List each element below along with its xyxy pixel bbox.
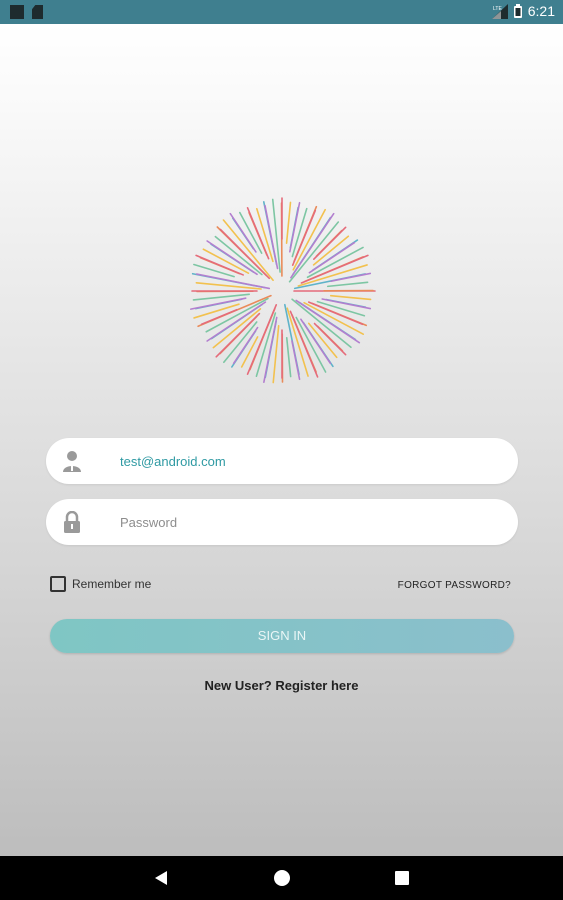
radial-lines-logo bbox=[189, 197, 376, 384]
navigation-bar bbox=[0, 856, 563, 900]
logo-line bbox=[223, 321, 258, 364]
remember-me-label: Remember me bbox=[72, 577, 152, 591]
email-input[interactable] bbox=[120, 438, 500, 484]
register-link[interactable]: New User? Register here bbox=[0, 678, 563, 693]
logo-line bbox=[321, 298, 372, 310]
remember-me[interactable]: Remember me bbox=[50, 576, 151, 592]
password-input[interactable] bbox=[120, 499, 500, 545]
sd-card-icon bbox=[32, 5, 43, 19]
remember-me-checkbox[interactable] bbox=[50, 576, 66, 592]
logo-line bbox=[214, 235, 263, 276]
logo-line bbox=[289, 310, 319, 378]
battery-icon bbox=[513, 4, 522, 18]
logo-line bbox=[300, 254, 369, 284]
sign-in-button[interactable]: SIGN IN bbox=[50, 619, 514, 653]
signal-icon: LTE bbox=[491, 3, 508, 19]
status-bar: LTE 6:21 bbox=[0, 0, 563, 24]
status-time: 6:21 bbox=[527, 3, 555, 19]
home-icon[interactable] bbox=[274, 870, 290, 886]
logo-line bbox=[289, 201, 301, 253]
logo-line bbox=[264, 204, 279, 270]
email-field-container bbox=[46, 438, 518, 484]
recents-icon[interactable] bbox=[395, 871, 409, 885]
logo-line bbox=[285, 336, 292, 378]
lock-icon bbox=[64, 511, 80, 533]
notification-square-icon bbox=[10, 5, 24, 19]
logo-line bbox=[200, 308, 238, 326]
logo-line bbox=[326, 281, 369, 288]
forgot-password-link[interactable]: FORGOT PASSWORD? bbox=[398, 580, 511, 591]
password-field-container bbox=[46, 499, 518, 545]
back-icon[interactable] bbox=[155, 871, 167, 885]
logo-line bbox=[195, 282, 262, 290]
login-screen: Remember me FORGOT PASSWORD? SIGN IN New… bbox=[0, 24, 563, 856]
network-type-label: LTE bbox=[493, 6, 502, 12]
user-icon bbox=[63, 451, 81, 472]
logo-line bbox=[329, 294, 372, 301]
logo-line bbox=[285, 201, 292, 245]
